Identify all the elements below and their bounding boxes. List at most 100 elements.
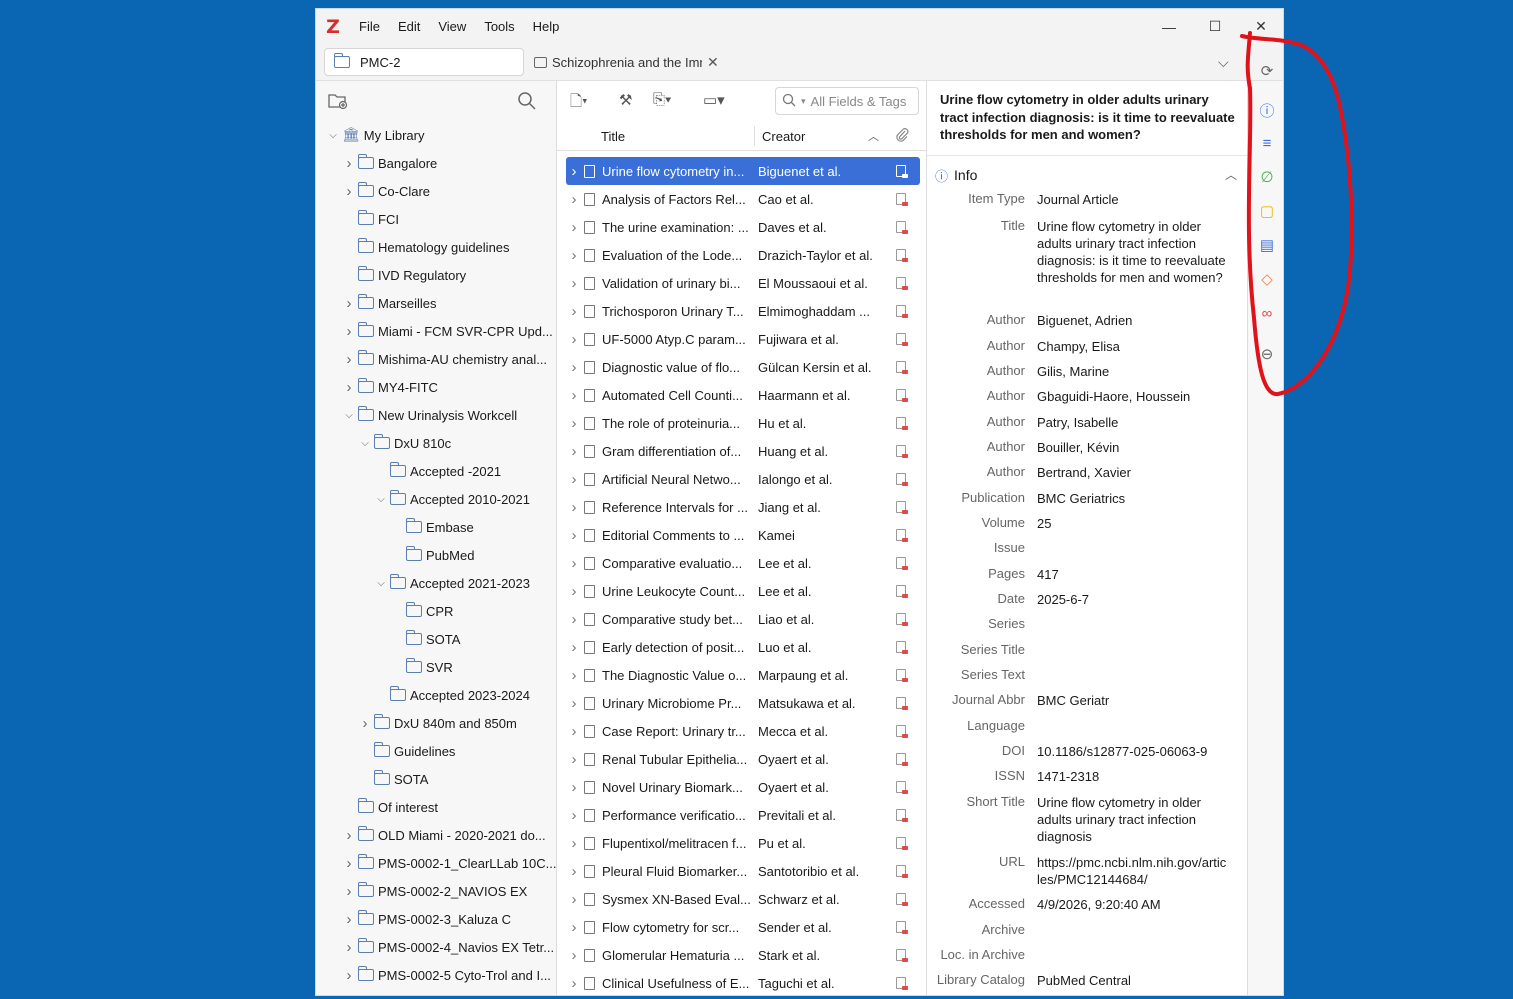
collection-row[interactable]: ⌵ New Urinalysis Workcell [342,401,517,429]
pdf-attachment-icon[interactable] [896,725,908,738]
chevron-right-icon[interactable]: › [566,611,582,628]
menu-file[interactable]: File [350,19,389,34]
item-row[interactable]: › Flow cytometry for scr... Sender et al. [566,913,920,941]
chevron-right-icon[interactable]: › [566,191,582,208]
attachments-section-icon[interactable]: ∅ [1257,167,1277,187]
tab-document[interactable]: Schizophrenia and the Immune System ✕ [534,48,724,76]
chevron-right-icon[interactable]: › [566,247,582,264]
item-row[interactable]: › Artificial Neural Netwo... Ialongo et al… [566,465,920,493]
chevron-right-icon[interactable]: › [566,555,582,572]
chevron-right-icon[interactable]: › [566,863,582,880]
collection-row[interactable]: Guidelines [358,737,455,765]
item-row[interactable]: › UF-5000 Atyp.C param... Fujiwara et al. [566,325,920,353]
tabs-menu-chevron-icon[interactable]: ⌵ [1218,54,1229,71]
chevron-right-icon[interactable]: › [342,379,356,396]
item-row[interactable]: › Validation of urinary bi... El Moussaoui… [566,269,920,297]
chevron-right-icon[interactable]: › [342,827,356,844]
pdf-attachment-icon[interactable] [896,389,908,402]
pdf-attachment-icon[interactable] [896,529,908,542]
pdf-attachment-icon[interactable] [896,641,908,654]
chevron-right-icon[interactable]: › [566,303,582,320]
chevron-right-icon[interactable]: › [566,779,582,796]
item-row[interactable]: › Urinary Microbiome Pr... Matsukawa et al… [566,689,920,717]
field-value[interactable]: Patry, Isabelle [1037,414,1227,431]
column-creator[interactable]: Creator [762,129,805,144]
chevron-right-icon[interactable]: › [342,939,356,956]
field-value[interactable]: Bouiller, Kévin [1037,439,1227,456]
pdf-attachment-icon[interactable] [896,781,908,794]
item-row[interactable]: › Novel Urinary Biomark... Oyaert et al. [566,773,920,801]
pdf-attachment-icon[interactable] [896,697,908,710]
pdf-attachment-icon[interactable] [896,977,908,990]
pdf-attachment-icon[interactable] [896,949,908,962]
pdf-attachment-icon[interactable] [896,445,908,458]
chevron-right-icon[interactable]: › [342,155,356,172]
chevron-right-icon[interactable]: › [342,967,356,984]
item-row[interactable]: › Evaluation of the Lode... Drazich-Taylor… [566,241,920,269]
item-row[interactable]: › Editorial Comments to ... Kamei [566,521,920,549]
collection-row[interactable]: › MY4-FITC [342,373,438,401]
search-mode-chevron-icon[interactable]: ▾ [801,96,806,107]
item-title-header[interactable]: Urine flow cytometry in older adults uri… [940,91,1236,144]
item-row[interactable]: › Urine Leukocyte Count... Lee et al. [566,577,920,605]
chevron-right-icon[interactable]: › [566,387,582,404]
chevron-right-icon[interactable]: › [566,583,582,600]
pdf-attachment-icon[interactable] [896,557,908,570]
attachment-column-icon[interactable] [895,127,909,146]
chevron-right-icon[interactable]: › [342,883,356,900]
collection-row[interactable]: FCI [342,205,399,233]
chevron-right-icon[interactable]: › [566,667,582,684]
field-value[interactable]: 25 [1037,515,1227,532]
pdf-attachment-icon[interactable] [896,361,908,374]
column-separator[interactable] [754,126,755,146]
chevron-down-icon[interactable]: ⌵ [374,578,388,589]
field-value[interactable]: 4/9/2026, 9:20:40 AM [1037,896,1227,913]
new-note-icon[interactable]: ▭▾ [703,91,725,109]
close-tab-icon[interactable]: ✕ [707,54,719,71]
menu-tools[interactable]: Tools [475,19,523,34]
collection-row[interactable]: IVD Regulatory [342,261,466,289]
collection-row[interactable]: Hematology guidelines [342,233,510,261]
item-row[interactable]: › The Diagnostic Value o... Marpaung et al… [566,661,920,689]
chevron-right-icon[interactable]: › [342,855,356,872]
pdf-attachment-icon[interactable] [896,277,908,290]
close-button[interactable]: ✕ [1238,9,1283,44]
column-title[interactable]: Title [601,129,625,144]
collection-row[interactable]: CPR [390,597,453,625]
collection-row[interactable]: Accepted -2021 [374,457,501,485]
chevron-right-icon[interactable]: › [566,471,582,488]
search-icon[interactable] [517,91,537,114]
info-section-icon[interactable]: ⓘ [1257,100,1277,120]
tags-section-icon[interactable]: ◇ [1257,269,1277,289]
chevron-right-icon[interactable]: › [566,975,582,992]
chevron-right-icon[interactable]: › [342,183,356,200]
chevron-right-icon[interactable]: › [566,807,582,824]
item-row[interactable]: › Analysis of Factors Rel... Cao et al. [566,185,920,213]
field-value[interactable]: Gilis, Marine [1037,363,1227,380]
pdf-attachment-icon[interactable] [896,165,908,178]
collection-row[interactable]: SOTA [390,625,460,653]
chevron-right-icon[interactable]: › [566,835,582,852]
field-value[interactable]: Bertrand, Xavier [1037,464,1227,481]
collection-row[interactable]: › Miami - FCM SVR-CPR Upd... [342,317,553,345]
notes-section-icon[interactable]: ▢ [1257,201,1277,221]
field-value[interactable]: Urine flow cytometry in older adults uri… [1037,794,1227,845]
collection-row[interactable]: Embase [390,513,474,541]
item-row[interactable]: › The role of proteinuria... Hu et al. [566,409,920,437]
field-value[interactable]: https://pmc.ncbi.nlm.nih.gov/articles/PM… [1037,854,1227,888]
item-row[interactable]: › Comparative study bet... Liao et al. [566,605,920,633]
chevron-right-icon[interactable]: › [566,527,582,544]
collection-row[interactable]: › OLD Miami - 2020-2021 do... [342,821,546,849]
chevron-right-icon[interactable]: › [566,275,582,292]
field-value[interactable]: 417 [1037,566,1227,583]
field-value[interactable]: BMC Geriatrics [1037,490,1227,507]
pdf-attachment-icon[interactable] [896,669,908,682]
item-row[interactable]: › Sysmex XN-Based Eval... Schwarz et al. [566,885,920,913]
field-value[interactable]: Champy, Elisa [1037,338,1227,355]
pdf-attachment-icon[interactable] [896,305,908,318]
new-collection-icon[interactable] [328,92,348,113]
item-row[interactable]: › Case Report: Urinary tr... Mecca et al. [566,717,920,745]
pdf-attachment-icon[interactable] [896,501,908,514]
pdf-attachment-icon[interactable] [896,473,908,486]
item-row[interactable]: › Clinical Usefulness of E... Taguchi et a… [566,969,920,995]
